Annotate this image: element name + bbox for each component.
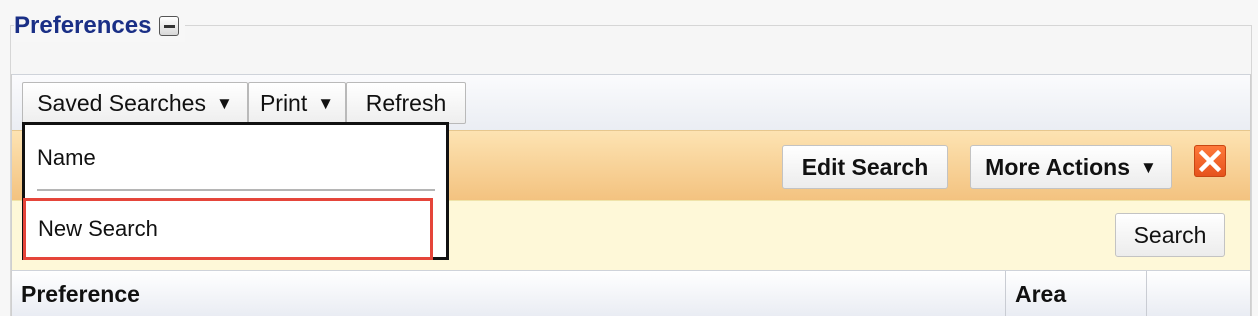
- edit-search-button[interactable]: Edit Search: [782, 145, 948, 189]
- search-button[interactable]: Search: [1115, 213, 1225, 257]
- column-header-area[interactable]: Area: [1006, 271, 1146, 316]
- menu-item-label: New Search: [38, 216, 158, 241]
- saved-searches-label: Saved Searches: [37, 89, 206, 116]
- collapse-button[interactable]: [159, 16, 180, 36]
- minus-icon: [163, 24, 175, 28]
- menu-item-new-search[interactable]: New Search: [23, 198, 433, 260]
- chevron-down-icon: ▼: [215, 93, 233, 113]
- section-title: Preferences: [14, 12, 152, 39]
- more-actions-button[interactable]: More Actions ▼: [970, 145, 1172, 189]
- more-actions-label: More Actions: [985, 153, 1130, 180]
- close-icon[interactable]: [1194, 145, 1226, 177]
- section-header: Preferences: [14, 10, 186, 42]
- column-header-label: Area: [1015, 280, 1067, 307]
- search-label: Search: [1133, 221, 1207, 248]
- close-x-glyph: [1198, 149, 1222, 173]
- menu-divider: [37, 189, 435, 191]
- column-divider: [1146, 271, 1147, 316]
- saved-searches-menu: Name New Search: [22, 122, 449, 260]
- saved-searches-button[interactable]: Saved Searches ▼: [22, 82, 248, 124]
- chevron-down-icon: ▼: [1140, 157, 1157, 177]
- print-button[interactable]: Print ▼: [248, 82, 346, 124]
- refresh-label: Refresh: [365, 89, 447, 116]
- refresh-button[interactable]: Refresh: [346, 82, 466, 124]
- edit-search-label: Edit Search: [801, 153, 929, 180]
- preferences-page: Preferences Saved Searches ▼ Print ▼ Ref…: [0, 0, 1258, 316]
- menu-header-name: Name: [37, 145, 96, 170]
- column-header-label: Preference: [21, 280, 140, 307]
- column-header-preference[interactable]: Preference: [12, 271, 1005, 316]
- table-header: Preference Area: [12, 270, 1250, 316]
- print-label: Print: [259, 89, 308, 116]
- chevron-down-icon: ▼: [317, 93, 335, 113]
